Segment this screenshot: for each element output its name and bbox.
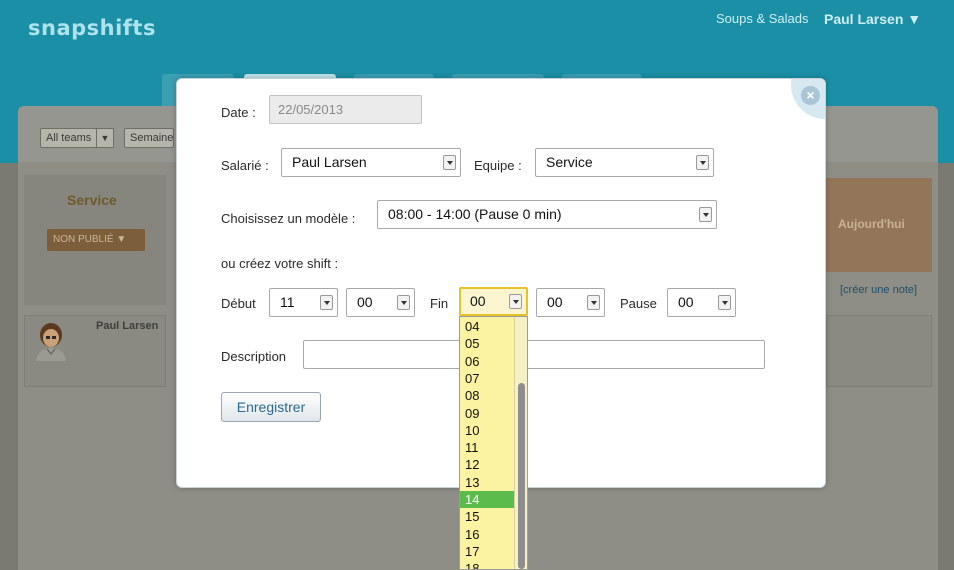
description-field[interactable] (303, 340, 765, 369)
dropdown-option[interactable]: 16 (460, 526, 514, 543)
template-select[interactable]: 08:00 - 14:00 (Pause 0 min) (377, 200, 717, 229)
team-title: Service (67, 192, 117, 208)
publish-status-dropdown[interactable]: NON PUBLIÉ ▼ (47, 229, 145, 251)
end-minute-select[interactable]: 00 (536, 288, 605, 317)
description-label: Description (221, 349, 287, 364)
end-label: Fin (430, 296, 449, 311)
chevron-down-icon (699, 207, 712, 222)
team-select-value: Service (546, 154, 593, 170)
break-label: Pause (620, 296, 657, 311)
employee-today-cell[interactable] (826, 315, 932, 387)
date-field: 22/05/2013 (269, 95, 422, 124)
team-filter-dropdown[interactable]: All teams (40, 128, 98, 148)
create-note-link[interactable]: [créer une note] (840, 284, 917, 296)
start-hour-select[interactable]: 11 (269, 288, 338, 317)
dropdown-option[interactable]: 13 (460, 474, 514, 491)
dropdown-option[interactable]: 12 (460, 456, 514, 473)
save-button[interactable]: Enregistrer (221, 392, 321, 422)
avatar (36, 323, 66, 361)
break-select[interactable]: 00 (667, 288, 736, 317)
chevron-down-icon (320, 295, 333, 310)
chevron-down-icon (696, 155, 709, 170)
dropdown-option[interactable]: 17 (460, 543, 514, 560)
dropdown-option[interactable]: 07 (460, 370, 514, 387)
today-label: Aujourd'hui (838, 217, 905, 231)
dropdown-option[interactable]: 11 (460, 439, 514, 456)
dropdown-scrollbar-thumb[interactable] (518, 383, 525, 569)
dropdown-option[interactable]: 06 (460, 353, 514, 370)
chevron-down-icon (587, 295, 600, 310)
start-minute-select[interactable]: 00 (346, 288, 415, 317)
chevron-down-icon (397, 295, 410, 310)
dropdown-option[interactable]: 14 (460, 491, 514, 508)
team-filter-caret-icon[interactable]: ▼ (96, 128, 114, 148)
chevron-down-icon (718, 295, 731, 310)
start-hour-value: 11 (280, 294, 295, 310)
break-value: 00 (678, 294, 694, 310)
start-label: Début (221, 296, 256, 311)
dropdown-option[interactable]: 09 (460, 405, 514, 422)
app-logo[interactable]: snapshifts (28, 16, 156, 40)
end-hour-value: 00 (470, 293, 486, 309)
start-minute-value: 00 (357, 294, 373, 310)
chevron-down-icon (509, 294, 522, 309)
employee-name: Paul Larsen (96, 320, 159, 332)
dropdown-option[interactable]: 10 (460, 422, 514, 439)
dropdown-option[interactable]: 18 (460, 560, 514, 569)
team-label: Equipe : (474, 158, 522, 173)
template-select-value: 08:00 - 14:00 (Pause 0 min) (388, 206, 562, 222)
dropdown-option[interactable]: 04 (460, 318, 514, 335)
employee-select-value: Paul Larsen (292, 154, 367, 170)
create-shift-label: ou créez votre shift : (221, 256, 339, 271)
dropdown-scrollbar[interactable] (514, 317, 527, 569)
employee-select[interactable]: Paul Larsen (281, 148, 461, 177)
employee-label: Salarié : (221, 158, 269, 173)
end-minute-value: 00 (547, 294, 563, 310)
end-hour-select[interactable]: 00 (459, 287, 528, 316)
dropdown-option[interactable]: 05 (460, 335, 514, 352)
venue-link[interactable]: Soups & Salads (716, 11, 809, 26)
user-menu[interactable]: Paul Larsen ▼ (824, 11, 921, 27)
chevron-down-icon (443, 155, 456, 170)
close-icon[interactable]: × (801, 86, 820, 105)
end-hour-dropdown-list[interactable]: 04 05 06 07 08 09 10 11 12 13 14 15 16 17 18 (459, 316, 528, 570)
dropdown-option[interactable]: 15 (460, 508, 514, 525)
team-select[interactable]: Service (535, 148, 714, 177)
date-label: Date : (221, 105, 256, 120)
template-label: Choisissez un modèle : (221, 211, 356, 226)
view-week-button[interactable]: Semaine (124, 128, 174, 148)
dropdown-option[interactable]: 08 (460, 387, 514, 404)
